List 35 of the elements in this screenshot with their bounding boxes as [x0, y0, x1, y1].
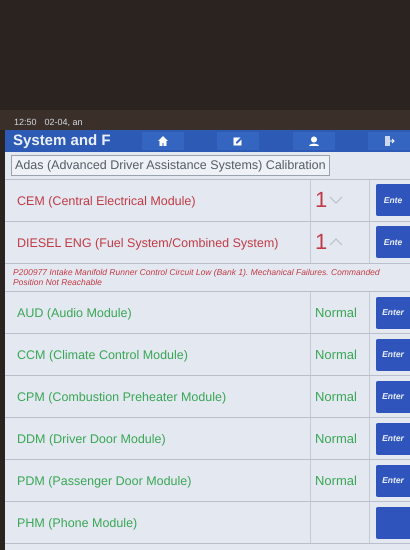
module-name: AUD (Audio Module) — [16, 305, 133, 322]
enter-button[interactable]: Ente — [376, 184, 410, 216]
enter-button[interactable]: Enter — [376, 380, 410, 412]
fault-description: P200977 Intake Manifold Runner Control Circuit Low (Bank 1). Mechanical Failures. Commanded Position Not Reachable — [5, 264, 410, 292]
module-name: PHM (Phone Module) — [16, 515, 138, 532]
status-text: Normal — [315, 472, 357, 490]
module-name: CCM (Climate Control Module) — [16, 347, 189, 364]
exit-icon — [383, 135, 395, 147]
home-icon — [156, 135, 168, 147]
edit-button[interactable] — [217, 132, 259, 150]
calibration-label: Adas (Advanced Driver Assistance Systems) Calibration — [11, 155, 330, 176]
enter-button[interactable]: Enter — [376, 296, 410, 328]
module-name: CPM (Combustion Preheater Module) — [16, 389, 228, 406]
home-button[interactable] — [142, 132, 184, 150]
exit-button[interactable] — [368, 132, 410, 150]
screen-title: System and F — [13, 130, 108, 151]
fault-count: 1 — [315, 231, 328, 254]
module-name: DIESEL ENG (Fuel System/Combined System) — [16, 234, 280, 252]
enter-button[interactable]: Enter — [376, 422, 410, 454]
person-icon — [308, 135, 320, 147]
enter-button[interactable]: Enter — [376, 464, 410, 496]
module-name: DDM (Driver Door Module) — [16, 431, 167, 448]
status-text: Normal — [315, 346, 357, 364]
person-button[interactable] — [292, 132, 334, 150]
module-name: CEM (Central Electrical Module) — [16, 192, 197, 210]
status-date: 02-04, an — [44, 116, 83, 129]
status-time: 12:50 — [14, 116, 37, 129]
edit-icon — [232, 135, 244, 147]
enter-button[interactable]: Ente — [376, 226, 410, 258]
status-text: Normal — [315, 388, 357, 406]
fault-count: 1 — [315, 189, 328, 212]
status-text: Normal — [315, 430, 357, 448]
module-name: PDM (Passenger Door Module) — [16, 473, 192, 490]
status-text: Normal — [315, 304, 357, 322]
enter-button[interactable]: Enter — [376, 338, 410, 370]
